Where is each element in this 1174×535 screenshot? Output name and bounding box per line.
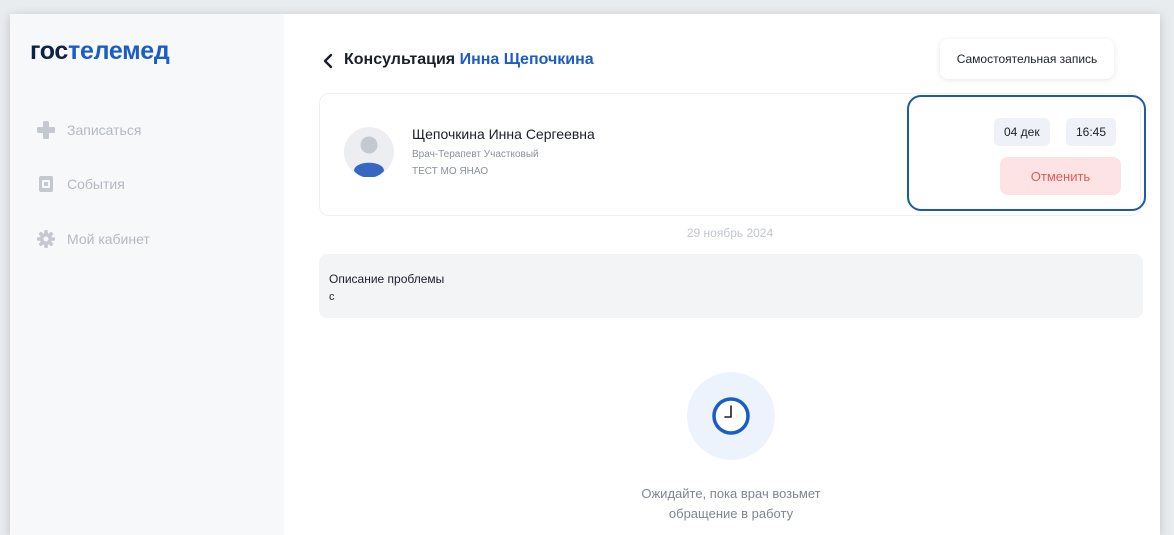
doctor-card: Щепочкина Инна Сергеевна Врач-Терапевт У… (319, 93, 1141, 216)
sidebar-item-cabinet[interactable]: Мой кабинет (36, 227, 150, 251)
doctor-org: ТЕСТ МО ЯНАО (412, 166, 489, 177)
page-title: Консультация Инна Щепочкина (344, 51, 594, 68)
cancel-button[interactable]: Отменить (1000, 157, 1121, 195)
waiting-message: Ожидайте, пока врач возьмет обращение в … (641, 486, 821, 521)
problem-description-card: Описание проблемы с (319, 254, 1143, 318)
problem-text: с (329, 291, 335, 303)
sidebar-item-label: Мой кабинет (67, 231, 150, 247)
gear-icon (37, 230, 55, 248)
app-window: гостелемед Записаться События Мой кабине… (10, 14, 1160, 535)
doctor-role: Врач-Терапевт Участковый (412, 149, 539, 160)
sidebar-item-label: События (67, 176, 125, 192)
sidebar-item-events[interactable]: События (36, 172, 125, 196)
self-record-button[interactable]: Самостоятельная запись (940, 39, 1114, 79)
doctor-link: Инна Щепочкина (459, 51, 594, 68)
doctor-name: Щепочкина Инна Сергеевна (412, 126, 595, 142)
waiting-illustration (687, 372, 775, 460)
brand-logo[interactable]: гостелемед (30, 37, 170, 66)
plus-icon (37, 121, 55, 139)
avatar (344, 127, 394, 177)
main-content: Консультация Инна Щепочкина Самостоятель… (284, 14, 1160, 535)
appointment-date-badge: 04 дек (994, 118, 1050, 146)
appointment-time-badge: 16:45 (1066, 118, 1117, 146)
calendar-icon (39, 176, 53, 192)
problem-label: Описание проблемы (329, 272, 445, 286)
sidebar-item-label: Записаться (67, 122, 142, 138)
clock-icon (712, 397, 750, 435)
sidebar-item-book[interactable]: Записаться (36, 118, 141, 142)
date-separator: 29 ноябрь 2024 (686, 226, 774, 240)
sidebar: гостелемед Записаться События Мой кабине… (10, 14, 284, 535)
back-chevron-icon[interactable] (322, 53, 334, 69)
